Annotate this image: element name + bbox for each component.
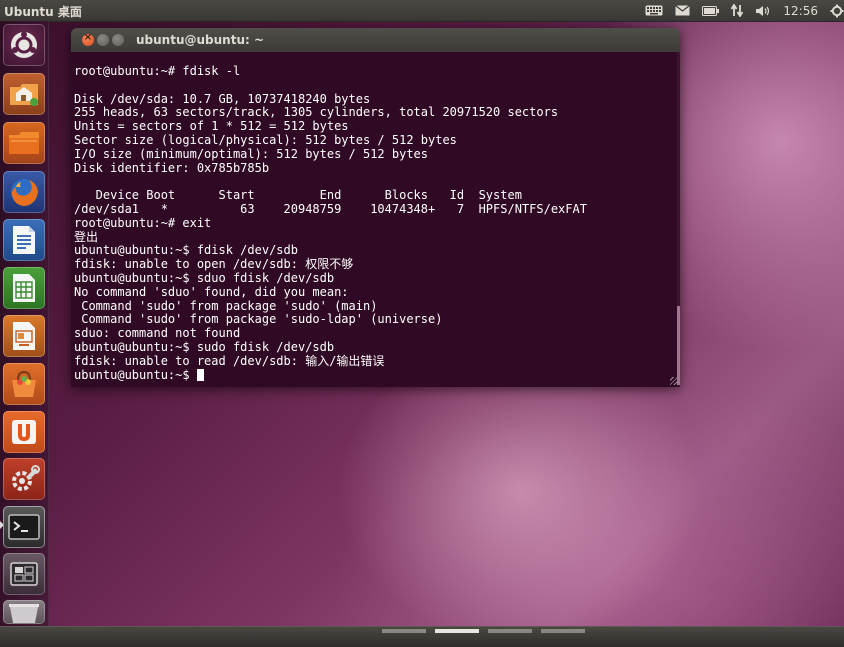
minimize-window-button[interactable] xyxy=(97,34,109,46)
workspace-4[interactable] xyxy=(541,629,585,633)
terminal-line: 登出 xyxy=(74,229,99,244)
launcher-impress[interactable] xyxy=(3,315,45,357)
keyboard-icon[interactable] xyxy=(645,5,663,16)
terminal-line: ubuntu@ubuntu:~$ xyxy=(74,367,197,382)
terminal-output-area[interactable]: root@ubuntu:~# fdisk -l Disk /dev/sda: 1… xyxy=(71,52,680,387)
terminal-window: × ubuntu@ubuntu: ~ root@ubuntu:~# fdisk … xyxy=(71,28,680,387)
mail-icon[interactable] xyxy=(675,5,691,16)
launcher-firefox[interactable] xyxy=(3,171,45,213)
dash-button[interactable] xyxy=(3,24,45,66)
network-arrows-icon[interactable] xyxy=(731,4,744,17)
ubuntu-logo-icon xyxy=(11,31,37,58)
workspace-icon xyxy=(10,562,38,586)
terminal-line: root@ubuntu:~# exit xyxy=(74,215,212,230)
terminal-line: sduo: command not found xyxy=(74,326,241,341)
settings-icon xyxy=(12,465,40,491)
terminal-line: root@ubuntu:~# fdisk -l xyxy=(74,64,241,78)
launcher-home-folder[interactable] xyxy=(3,73,45,115)
calc-icon xyxy=(13,274,35,302)
terminal-icon xyxy=(8,514,40,540)
terminal-line: Disk identifier: 0x785b785b xyxy=(74,160,270,175)
launcher-files[interactable] xyxy=(3,122,45,164)
gear-icon[interactable] xyxy=(830,4,844,18)
terminal-line: I/O size (minimum/optimal): 512 bytes / … xyxy=(74,146,429,161)
launcher-ubuntu-one[interactable] xyxy=(3,411,45,453)
terminal-line: Device Boot Start End Blocks Id System xyxy=(74,188,522,203)
firefox-icon xyxy=(11,179,38,206)
terminal-line: fdisk: unable to read /dev/sdb: 输入/输出错误 xyxy=(74,353,385,368)
terminal-line: Command 'sudo' from package 'sudo-ldap' … xyxy=(74,312,443,327)
home-folder-icon xyxy=(10,84,38,106)
terminal-line: 255 heads, 63 sectors/track, 1305 cylind… xyxy=(74,105,559,120)
scrollbar[interactable] xyxy=(677,52,680,387)
software-center-icon xyxy=(12,370,36,397)
launcher-calc[interactable] xyxy=(3,267,45,309)
workspace-1[interactable] xyxy=(382,629,426,633)
terminal-line: fdisk: unable to open /dev/sdb: 权限不够 xyxy=(74,257,354,272)
scrollbar-thumb[interactable] xyxy=(677,306,680,385)
workspace-3[interactable] xyxy=(488,629,532,633)
maximize-window-button[interactable] xyxy=(112,34,124,46)
writer-icon xyxy=(13,226,35,254)
terminal-line: Command 'sudo' from package 'sudo' (main… xyxy=(74,298,378,313)
terminal-line: Sector size (logical/physical): 512 byte… xyxy=(74,132,457,147)
launcher-workspace-switcher[interactable] xyxy=(3,553,45,595)
trash-icon xyxy=(9,604,39,623)
close-window-button[interactable]: × xyxy=(82,32,94,46)
impress-icon xyxy=(13,322,35,350)
terminal-line: ubuntu@ubuntu:~$ fdisk /dev/sdb xyxy=(74,243,298,258)
launcher-terminal[interactable] xyxy=(3,506,45,548)
volume-icon[interactable] xyxy=(755,5,771,17)
workspace-2[interactable] xyxy=(435,629,479,633)
terminal-line: No command 'sduo' found, did you mean: xyxy=(74,284,349,299)
launcher-system-settings[interactable] xyxy=(3,458,45,500)
close-icon: × xyxy=(83,32,93,43)
top-panel: Ubuntu 桌面 12:56 xyxy=(0,0,844,22)
resize-grip-icon[interactable] xyxy=(670,377,678,385)
folder-icon xyxy=(9,132,39,154)
launcher-trash[interactable] xyxy=(3,600,45,624)
terminal-line: /dev/sda1 * 63 20948759 10474348+ 7 HPFS… xyxy=(74,201,587,216)
terminal-line: ubuntu@ubuntu:~$ sduo fdisk /dev/sdb xyxy=(74,270,335,285)
launcher-software-center[interactable] xyxy=(3,363,45,405)
terminal-line: Disk /dev/sda: 10.7 GB, 10737418240 byte… xyxy=(74,91,371,106)
indicator-area: 12:56 xyxy=(633,0,844,21)
panel-title: Ubuntu 桌面 xyxy=(4,5,82,19)
window-titlebar[interactable]: × ubuntu@ubuntu: ~ xyxy=(71,28,680,52)
window-title: ubuntu@ubuntu: ~ xyxy=(136,33,265,47)
ubuntu-one-icon xyxy=(12,420,36,444)
terminal-text[interactable]: root@ubuntu:~# fdisk -l Disk /dev/sda: 1… xyxy=(71,52,680,382)
workspace-bar xyxy=(0,626,844,647)
terminal-line: Units = sectors of 1 * 512 = 512 bytes xyxy=(74,119,349,134)
terminal-cursor xyxy=(196,368,204,381)
launcher-writer[interactable] xyxy=(3,219,45,261)
launcher xyxy=(0,21,49,626)
terminal-line: ubuntu@ubuntu:~$ sudo fdisk /dev/sdb xyxy=(74,339,335,354)
battery-icon[interactable] xyxy=(702,5,720,16)
clock[interactable]: 12:56 xyxy=(783,4,818,18)
